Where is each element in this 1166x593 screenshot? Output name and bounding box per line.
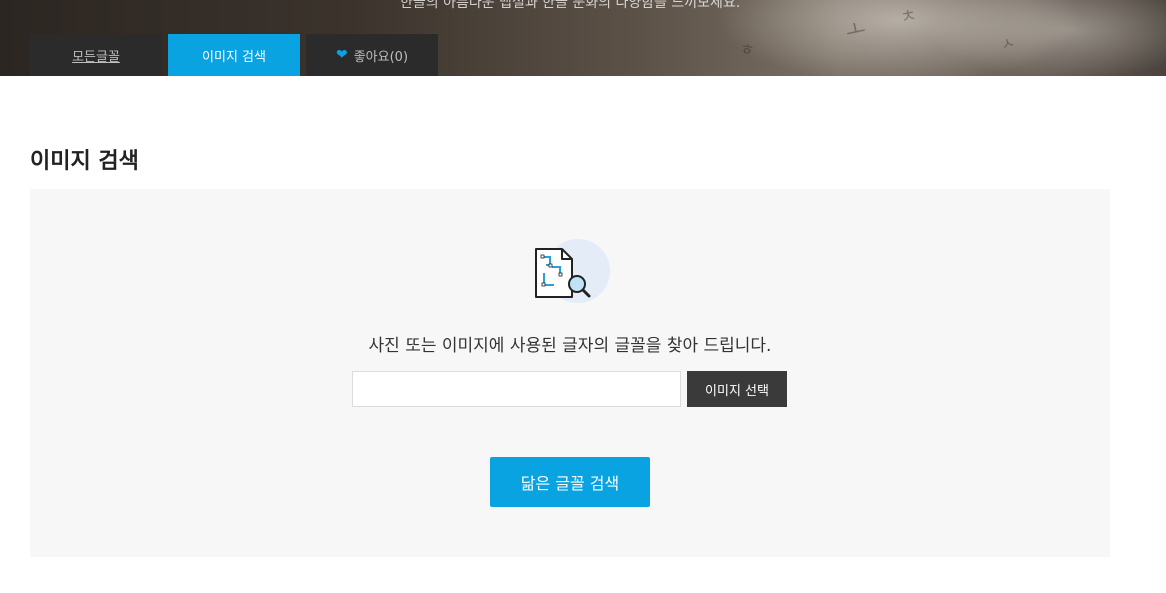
hero-background-glyph: ㅅ xyxy=(998,32,1018,55)
select-image-button-label: 이미지 선택 xyxy=(705,383,769,399)
similar-font-search-button-label: 닮은 글꼴 검색 xyxy=(520,474,620,493)
image-search-icon xyxy=(535,239,610,303)
image-search-panel: 사진 또는 이미지에 사용된 글자의 글꼴을 찾아 드립니다. 이미지 선택 닮… xyxy=(30,189,1110,557)
search-description: 사진 또는 이미지에 사용된 글자의 글꼴을 찾아 드립니다. xyxy=(368,336,772,356)
hero-background-glyph: ㅎ xyxy=(738,39,756,60)
hero-tagline: 한글의 아름다운 맵셜과 한글 문화의 다양함을 느끼보세요. xyxy=(400,0,741,11)
tab-all-fonts[interactable]: 모든글꼴 xyxy=(30,34,162,76)
similar-font-search-button[interactable]: 닮은 글꼴 검색 xyxy=(490,457,650,507)
select-image-button[interactable]: 이미지 선택 xyxy=(687,371,787,407)
tab-likes[interactable]: ❤ 좋아요(0) xyxy=(306,34,438,76)
hero-banner: 한글의 아름다운 맵셜과 한글 문화의 다양함을 느끼보세요. ㅗ ㅊ ㅎ ㅅ … xyxy=(0,0,1166,76)
hero-background-glyph: ㅗ xyxy=(843,16,869,45)
image-file-field[interactable] xyxy=(352,371,681,407)
tab-image-search[interactable]: 이미지 검색 xyxy=(168,34,300,76)
tab-image-search-label: 이미지 검색 xyxy=(202,49,266,65)
hero-background-glyph: ㅊ xyxy=(898,4,919,29)
tab-all-fonts-label: 모든글꼴 xyxy=(72,49,120,65)
page-title: 이미지 검색 xyxy=(30,149,139,174)
tab-likes-label: 좋아요(0) xyxy=(353,49,409,65)
heart-icon: ❤ xyxy=(335,47,348,63)
